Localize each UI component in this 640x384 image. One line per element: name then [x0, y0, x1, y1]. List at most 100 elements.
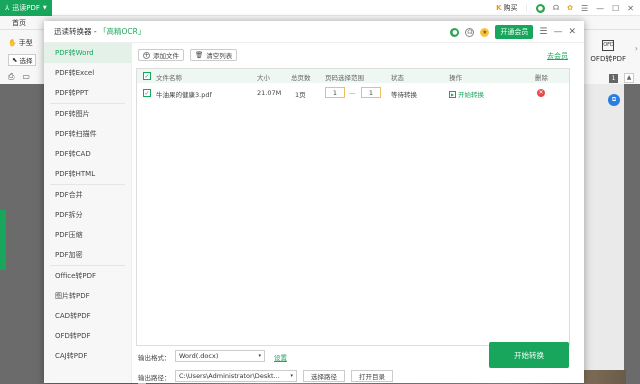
close-icon[interactable]: ✕	[568, 27, 576, 37]
row-checkbox[interactable]: ✓	[143, 89, 151, 97]
nav-item-caj-to-pdf[interactable]: CAJ转PDF	[44, 346, 131, 366]
maximize-icon[interactable]: ☐	[612, 4, 619, 13]
nav-item-pdf-split[interactable]: PDF拆分	[44, 205, 131, 225]
translate-icon[interactable]: ⧉	[608, 94, 620, 106]
choose-path-button[interactable]: 选择路径	[303, 370, 345, 382]
user-icon[interactable]: ●	[450, 27, 460, 37]
page-up-button[interactable]: ▲	[624, 73, 634, 83]
save-icon[interactable]: ▭	[22, 72, 30, 82]
plus-icon: +	[143, 51, 150, 59]
range-dash: —	[349, 89, 356, 97]
divider: |	[525, 4, 528, 12]
nav-item-image-to-pdf[interactable]: 图片转PDF	[44, 286, 131, 306]
app-menu-button[interactable]: ⅄ 迅读PDF ▼	[0, 0, 52, 16]
header-size: 大小	[257, 74, 270, 82]
output-path-select[interactable]: C:\Users\Administrator\Deskt... ▾	[175, 370, 297, 382]
nav-item-pdf-compress[interactable]: PDF压缩	[44, 225, 131, 245]
settings-link[interactable]: 设置	[274, 352, 287, 362]
header-page-range: 页码选择范围	[325, 74, 364, 82]
gift-icon[interactable]: ✿	[567, 4, 573, 12]
row-action-label: 开始转换	[458, 91, 484, 99]
file-size: 21.07M	[257, 89, 282, 97]
nav-item-pdf-to-word[interactable]: PDF转Word	[44, 43, 131, 63]
header-status: 状态	[391, 74, 404, 82]
chevron-down-icon: ▼	[42, 4, 47, 11]
dialog-title: 迅读转换器 - 「高精OCR」	[54, 26, 145, 37]
output-path-label: 输出路径：	[138, 374, 171, 382]
menu-icon[interactable]: ☰	[539, 27, 547, 37]
dialog-title-ocr: 「高精OCR」	[98, 27, 146, 36]
nav-item-pdf-encrypt[interactable]: PDF加密	[44, 245, 131, 265]
table-row: ✓ 牛油果的健康3.pdf 21.07M 1页 1 — 1 等待转换 ▶ 开始转…	[137, 83, 569, 103]
nav-item-ofd-to-pdf[interactable]: OFD转PDF	[44, 326, 131, 346]
page-from-input[interactable]: 1	[325, 87, 345, 98]
delete-icon[interactable]: ✕	[537, 89, 545, 97]
menu-icon[interactable]: ☰	[581, 4, 588, 13]
nav-item-pdf-to-html[interactable]: PDF转HTML	[44, 164, 131, 184]
user-avatar-icon[interactable]: ●	[535, 3, 545, 13]
page-to-input[interactable]: 1	[361, 87, 381, 98]
ofd-to-pdf-label: OFD转PDF	[590, 55, 626, 63]
headset-icon[interactable]: ☊	[465, 27, 475, 37]
hand-icon: ✋	[8, 39, 17, 47]
headset-icon[interactable]: ☊	[553, 4, 559, 12]
play-icon: ▶	[449, 90, 456, 98]
hand-tool-button[interactable]: ✋ 手型	[8, 38, 33, 48]
nav-item-pdf-to-excel[interactable]: PDF转Excel	[44, 63, 131, 83]
file-status: 等待转换	[391, 91, 417, 99]
buy-label: 购买	[503, 4, 518, 12]
nav-item-pdf-merge[interactable]: PDF合并	[44, 185, 131, 205]
nav-item-pdf-to-cad[interactable]: PDF转CAD	[44, 144, 131, 164]
start-convert-button[interactable]: 开始转换	[489, 342, 569, 368]
app-logo-icon: ⅄	[5, 3, 10, 12]
output-format-select[interactable]: Word(.docx) ▾	[175, 350, 265, 362]
output-path-value: C:\Users\Administrator\Deskt...	[179, 372, 280, 380]
table-header: ✓ 文件名称 大小 总页数 页码选择范围 状态 操作 删除	[137, 69, 569, 83]
header-file-name: 文件名称	[156, 74, 182, 82]
open-directory-button[interactable]: 打开目录	[351, 370, 393, 382]
vip-button[interactable]: 开通会员	[495, 25, 534, 39]
ofd-to-pdf-button[interactable]: OFD OFD转PDF	[590, 40, 626, 64]
trash-icon: 🗑	[195, 51, 204, 59]
file-name: 牛油果的健康3.pdf	[156, 91, 212, 99]
minimize-icon[interactable]: —	[596, 4, 604, 13]
minimize-icon[interactable]: —	[553, 27, 562, 37]
gift-icon[interactable]: ★	[480, 27, 490, 37]
app-titlebar: ⅄ 迅读PDF ▼ K 购买 | ● ☊ ✿ ☰ — ☐ ✕	[0, 0, 640, 16]
select-tool-button[interactable]: ⬉ 选择	[8, 54, 37, 66]
chevron-right-icon[interactable]: ›	[635, 44, 638, 53]
cursor-icon: ⬉	[12, 56, 18, 64]
nav-item-pdf-to-image[interactable]: PDF转图片	[44, 104, 131, 124]
clear-list-button[interactable]: 🗑 清空列表	[190, 49, 238, 61]
chevron-down-icon: ▾	[258, 353, 261, 359]
app-name: 迅读PDF	[12, 3, 40, 12]
member-link[interactable]: 去会员	[547, 51, 568, 61]
clear-list-label: 清空列表	[206, 52, 233, 60]
page-number-badge: 1	[609, 74, 618, 83]
nav-item-office-to-pdf[interactable]: Office转PDF	[44, 266, 131, 286]
select-all-checkbox[interactable]: ✓	[143, 72, 151, 80]
dialog-title-text: 迅读转换器 -	[54, 27, 99, 36]
converter-dialog: 迅读转换器 - 「高精OCR」 ● ☊ ★ 开通会员 ☰ — ✕ PDF转Wor…	[44, 21, 584, 383]
nav-item-cad-to-pdf[interactable]: CAD转PDF	[44, 306, 131, 326]
nav-item-pdf-to-scan[interactable]: PDF转扫描件	[44, 124, 131, 144]
print-icon[interactable]: ⎙	[8, 72, 14, 82]
file-pages: 1页	[295, 91, 306, 99]
tab-home[interactable]: 首页	[12, 18, 26, 28]
add-file-button[interactable]: + 添加文件	[138, 49, 184, 61]
chevron-down-icon: ▾	[290, 373, 293, 379]
close-icon[interactable]: ✕	[627, 4, 634, 13]
converter-nav: PDF转Word PDF转Excel PDF转PPT PDF转图片 PDF转扫描…	[44, 43, 132, 383]
left-toolbar: ✋ 手型 ⬉ 选择 ⎙ ▭	[0, 30, 44, 84]
vip-k-icon: K	[496, 4, 502, 12]
row-start-convert-button[interactable]: ▶ 开始转换	[449, 89, 484, 99]
buy-button[interactable]: K 购买	[496, 3, 517, 13]
nav-item-pdf-to-ppt[interactable]: PDF转PPT	[44, 83, 131, 103]
header-page-count: 总页数	[291, 74, 311, 82]
dialog-header: 迅读转换器 - 「高精OCR」 ● ☊ ★ 开通会员 ☰ — ✕	[44, 21, 584, 43]
select-tool-label: 选择	[19, 57, 33, 65]
sidebar-toggle[interactable]	[0, 210, 6, 270]
converter-content: + 添加文件 🗑 清空列表 去会员 ✓ 文件名称 大小 总页数 页码选择范围 状…	[132, 43, 584, 383]
add-file-label: 添加文件	[153, 52, 179, 60]
output-format-label: 输出格式：	[138, 354, 171, 362]
